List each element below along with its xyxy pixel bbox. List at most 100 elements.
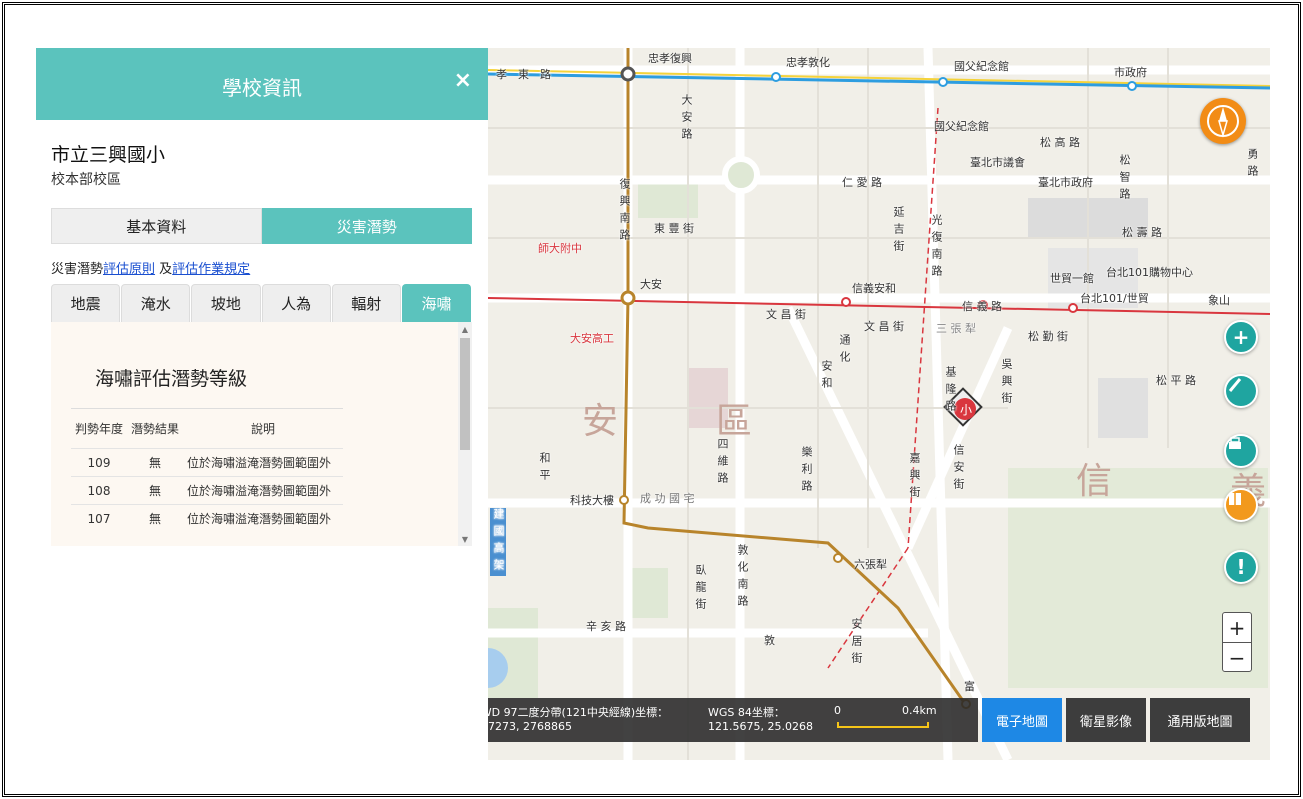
alert-icon[interactable]: ! — [1224, 550, 1258, 584]
map-label: 大安路 — [680, 94, 693, 145]
map-label: 和平 — [538, 452, 551, 486]
tab-radiation[interactable]: 輻射 — [331, 284, 401, 322]
cell-result: 無 — [127, 448, 184, 477]
compass-icon[interactable] — [1200, 98, 1246, 144]
map-label: 成 功 國 宅 — [640, 492, 695, 505]
map-label: 安和 — [820, 360, 833, 394]
district-label: 區 — [716, 401, 753, 442]
map-label: 復興南路 — [618, 178, 631, 246]
map-label: 國父紀念館 — [954, 60, 1009, 73]
map-label: 文 昌 街 — [766, 308, 806, 321]
assessment-principle-link[interactable]: 評估原則 — [103, 262, 155, 277]
zoom-control: + − — [1222, 612, 1252, 672]
map-label: 松 高 路 — [1040, 136, 1080, 149]
scale-bar — [837, 722, 929, 728]
tab-slope[interactable]: 坡地 — [191, 284, 261, 322]
map-label: 光復南路 — [930, 214, 943, 282]
compass-needle-icon — [1207, 105, 1239, 138]
close-icon[interactable]: × — [454, 68, 472, 93]
map-label: 敦 — [764, 634, 775, 647]
add-icon[interactable]: + — [1224, 320, 1258, 354]
content-scrollbar[interactable]: ▲ ▼ — [458, 322, 472, 546]
app-viewport: 忠孝復興 忠孝敦化 國父紀念館 市政府 孝 東 路 國父紀念館 臺北市議會 臺北… — [36, 48, 1270, 760]
map-label: 文 昌 街 — [864, 320, 904, 333]
twd97-value: 307273, 2768865 — [488, 720, 572, 733]
draw-pen-icon[interactable] — [1224, 374, 1258, 408]
map-label: 松智路 — [1118, 154, 1131, 205]
map-label: 松 勤 街 — [1028, 330, 1068, 343]
map-label: 松 平 路 — [1156, 374, 1196, 387]
coordinate-bar: TWD 97二度分帶(121中央經線)坐標： 307273, 2768865 W… — [488, 698, 978, 742]
scale-start: 0 — [834, 704, 841, 717]
assessment-note: 災害潛勢評估原則 及評估作業規定 — [51, 258, 250, 277]
district-label: 信 — [1076, 461, 1113, 502]
wgs84-label: WGS 84坐標： — [708, 706, 785, 719]
cell-year: 108 — [71, 476, 128, 505]
tsunami-content: 海嘯評估潛勢等級 判勢年度 潛勢結果 說明 109 無 位於海嘯溢淹潛勢圖範圍外 — [51, 322, 472, 546]
school-info-panel: 學校資訊 × 市立三興國小 校本部校區 基本資料 災害潛勢 災害潛勢評估原則 及… — [36, 48, 488, 760]
map-label: 世貿一館 — [1050, 272, 1094, 285]
cell-year: 107 — [71, 504, 128, 533]
school-marker-icon[interactable]: 小 — [960, 401, 972, 418]
layer-button-satellite[interactable]: 衛星影像 — [1066, 698, 1146, 742]
cell-result: 無 — [127, 476, 184, 505]
zoom-in-button[interactable]: + — [1223, 613, 1251, 643]
zoom-out-button[interactable]: − — [1223, 643, 1251, 673]
campus-name: 校本部校區 — [51, 172, 121, 188]
map-canvas[interactable]: 忠孝復興 忠孝敦化 國父紀念館 市政府 孝 東 路 國父紀念館 臺北市議會 臺北… — [488, 48, 1270, 760]
map-label: 仁 愛 路 — [842, 176, 882, 189]
map-label: 大安高工 — [570, 332, 614, 345]
pen-icon — [1228, 378, 1242, 392]
map-label: 臺北市議會 — [970, 156, 1025, 169]
map-label: 東 — [518, 68, 529, 81]
map-label: 大安 — [640, 278, 662, 291]
hazard-tab-bar: 地震 淹水 坡地 人為 輻射 海嘯 — [51, 284, 472, 322]
map-label: 樂利路 — [800, 446, 813, 497]
scroll-thumb[interactable] — [460, 338, 470, 450]
note-prefix: 災害潛勢 — [51, 262, 104, 277]
tab-human[interactable]: 人為 — [261, 284, 331, 322]
scale-end: 0.4km — [902, 704, 937, 717]
tab-flood[interactable]: 淹水 — [121, 284, 191, 322]
map-label: 臺北市政府 — [1038, 176, 1093, 189]
map-label: 嘉興街 — [908, 452, 921, 503]
map-label: 信 義 路 — [962, 300, 1002, 313]
print-icon[interactable] — [1224, 434, 1258, 468]
scroll-down-icon[interactable]: ▼ — [458, 532, 472, 546]
map-label: 台北101/世貿 — [1080, 292, 1149, 305]
book-icon — [1229, 493, 1241, 505]
map-label: 科技大樓 — [570, 494, 614, 507]
layer-button-general-map[interactable]: 通用版地圖 — [1150, 698, 1250, 742]
cell-result: 無 — [127, 504, 184, 533]
tab-disaster-potential[interactable]: 災害潛勢 — [261, 208, 472, 244]
map-label: 路 — [540, 68, 551, 81]
map-label: 通化 — [838, 334, 851, 368]
layer-button-electronic-map[interactable]: 電子地圖 — [982, 698, 1062, 742]
cell-description: 位於海嘯溢淹潛勢圖範圍外 — [183, 476, 344, 505]
scroll-up-icon[interactable]: ▲ — [458, 322, 472, 336]
table-header-row: 判勢年度 潛勢結果 說明 — [71, 408, 344, 449]
school-name: 市立三興國小 — [51, 144, 166, 166]
map-label: 忠孝敦化 — [786, 56, 830, 69]
map-label: 松 壽 路 — [1122, 226, 1162, 239]
map-label: 四維路 — [716, 438, 729, 489]
map-label: 師大附中 — [538, 242, 582, 255]
main-tab-bar: 基本資料 災害潛勢 — [51, 208, 472, 244]
assessment-rules-link[interactable]: 評估作業規定 — [172, 262, 250, 277]
tsunami-table: 判勢年度 潛勢結果 說明 109 無 位於海嘯溢淹潛勢圖範圍外 108 無 位於… — [71, 408, 344, 533]
map-legend-icon[interactable] — [1224, 488, 1258, 522]
table-row: 109 無 位於海嘯溢淹潛勢圖範圍外 — [71, 448, 344, 477]
header-year: 判勢年度 — [71, 408, 128, 449]
tab-basic-info[interactable]: 基本資料 — [51, 208, 262, 244]
tab-earthquake[interactable]: 地震 — [51, 284, 121, 322]
map-label: 辛 亥 路 — [586, 620, 626, 633]
table-row: 107 無 位於海嘯溢淹潛勢圖範圍外 — [71, 504, 344, 533]
map-label: 信安街 — [952, 444, 965, 495]
map-label: 東 豐 街 — [654, 222, 694, 235]
note-middle: 及 — [155, 262, 173, 277]
tab-tsunami[interactable]: 海嘯 — [401, 284, 472, 322]
map-label: 敦化南路 — [736, 544, 749, 612]
district-label: 安 — [582, 401, 619, 442]
map-label: 建國高架 — [490, 508, 506, 576]
map-label: 市政府 — [1114, 66, 1147, 79]
